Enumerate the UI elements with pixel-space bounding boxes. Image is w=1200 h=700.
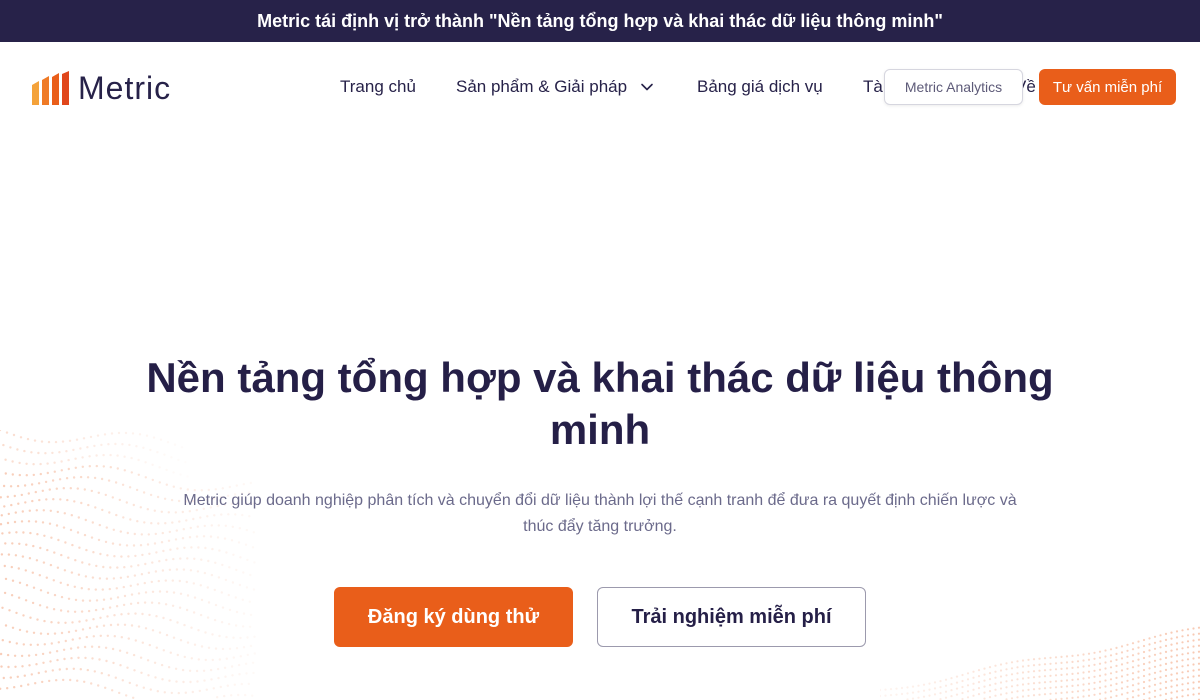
nav-item-products[interactable]: Sản phẩm & Giải pháp — [456, 76, 655, 98]
logo[interactable]: Metric — [32, 70, 171, 106]
button-label: Tư vấn miễn phí — [1052, 78, 1163, 96]
chevron-down-icon — [641, 83, 653, 91]
free-consultation-button[interactable]: Tư vấn miễn phí — [1039, 69, 1176, 105]
nav-item-home[interactable]: Trang chủ — [340, 76, 416, 98]
bar-chart-logo-icon — [32, 71, 69, 105]
nav-item-label: Bảng giá dịch vụ — [697, 77, 823, 96]
nav-item-pricing[interactable]: Bảng giá dịch vụ — [697, 76, 823, 98]
decorative-dot-pattern-left — [0, 430, 256, 699]
register-trial-button[interactable]: Đăng ký dùng thử — [334, 587, 573, 647]
hero-title: Nền tảng tổng hợp và khai thác dữ liệu t… — [146, 354, 1054, 453]
button-label: Đăng ký dùng thử — [367, 605, 540, 628]
metric-analytics-tooltip: Metric Analytics — [884, 69, 1023, 105]
announcement-text: Metric tái định vị trở thành "Nền tảng t… — [257, 10, 943, 31]
nav-item-label: Sản phẩm & Giải pháp — [456, 77, 628, 96]
button-label: Trải nghiệm miễn phí — [631, 605, 832, 628]
header-navbar: Metric Trang chủ Sản phẩm & Giải pháp Bả… — [0, 42, 1200, 132]
decorative-dot-pattern-right — [880, 626, 1200, 700]
logo-text: Metric — [78, 70, 172, 106]
tooltip-text: Metric Analytics — [904, 79, 1003, 95]
nav-item-label: Trang chủ — [340, 77, 416, 96]
announcement-bar[interactable]: Metric tái định vị trở thành "Nền tảng t… — [0, 0, 1200, 42]
free-experience-button[interactable]: Trải nghiệm miễn phí — [597, 587, 866, 647]
hero-subtitle: Metric giúp doanh nghiệp phân tích và ch… — [183, 492, 1017, 535]
